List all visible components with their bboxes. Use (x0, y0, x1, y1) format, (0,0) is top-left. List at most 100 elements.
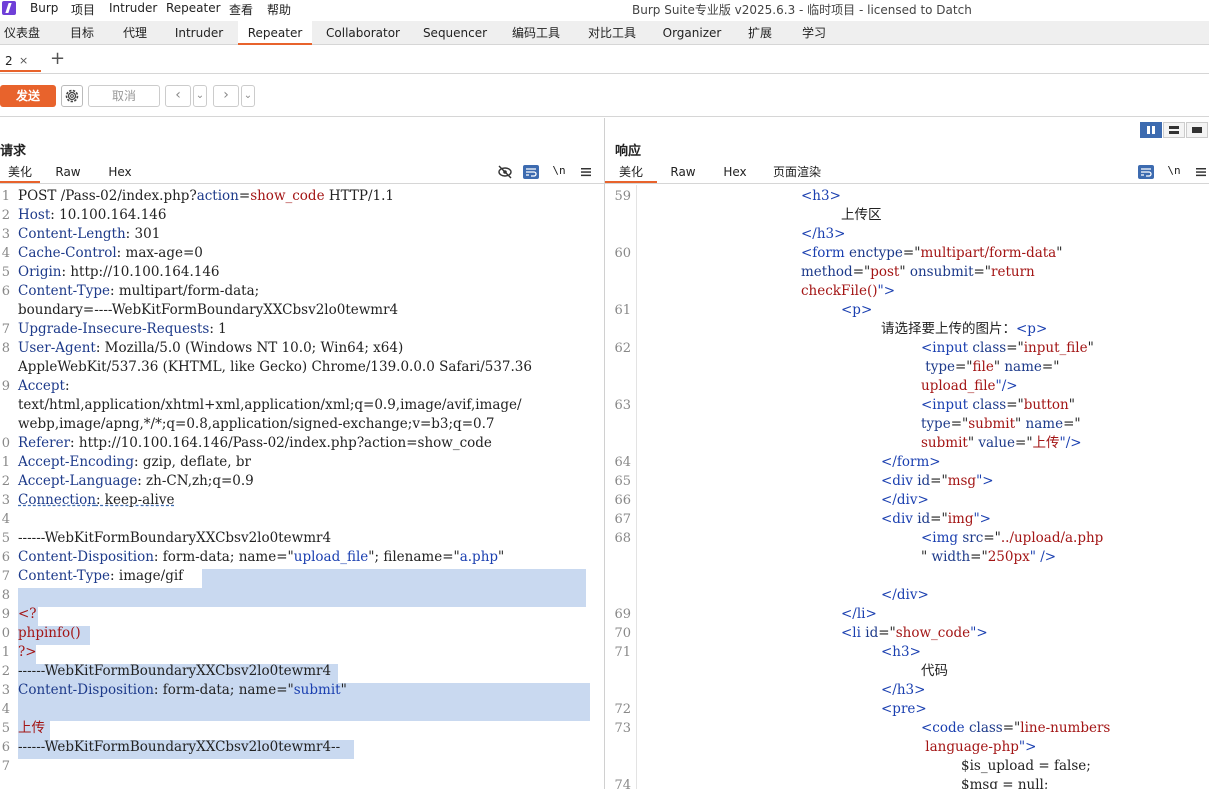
burp-logo-icon (2, 1, 16, 15)
code-line: </div> (881, 491, 929, 510)
menu-intruder[interactable]: Intruder (109, 1, 157, 15)
response-editor[interactable]: 59 <h3> 上传区 </h3> 60 <form enctype="multipart… (605, 185, 1209, 789)
code-token: onsubmit (909, 264, 974, 280)
line-number: 3 (1, 227, 10, 242)
code-token: " (340, 682, 347, 698)
tab-collaborator[interactable]: Collaborator (320, 21, 406, 45)
selection-highlight (18, 588, 586, 607)
request-editor[interactable]: 1 POST /Pass-02/index.php?action=show_cod… (0, 185, 604, 789)
code-token: "> (1018, 739, 1037, 755)
hamburger-menu-icon[interactable] (1193, 165, 1209, 179)
add-tab-button[interactable]: + (50, 49, 65, 69)
line-number: 0 (1, 436, 10, 451)
tab-extensions[interactable]: 扩展 (740, 21, 780, 45)
code-token: " (498, 549, 505, 565)
menu-burp[interactable]: Burp (30, 1, 58, 15)
line-number: 1 (1, 189, 10, 204)
code-line: webp,image/apng,*/*;q=0.8,application/si… (18, 415, 494, 434)
line-number: 5 (1, 265, 10, 280)
hamburger-menu-icon[interactable] (578, 165, 594, 179)
code-token: class (972, 340, 1007, 356)
layout-stacked-button[interactable] (1163, 122, 1185, 138)
response-view-tabs: 美化 Raw Hex 页面渲染 (605, 162, 1209, 183)
layout-tabs-button[interactable] (1186, 122, 1208, 138)
tab-proxy[interactable]: 代理 (113, 21, 157, 45)
code-token: "> (877, 283, 896, 299)
single-pane-icon (1192, 127, 1202, 133)
tab-dashboard[interactable]: 仪表盘 (0, 21, 44, 45)
tab-sequencer[interactable]: Sequencer (418, 21, 492, 45)
code-token: " (967, 435, 979, 451)
menu-repeater[interactable]: Repeater (166, 1, 221, 15)
menu-help[interactable]: 帮助 (267, 1, 291, 18)
word-wrap-icon[interactable] (1138, 165, 1154, 179)
tab-target[interactable]: 目标 (60, 21, 104, 45)
code-line: Accept-Encoding: gzip, deflate, br (18, 453, 251, 472)
code-token: <div (881, 511, 918, 527)
menu-project[interactable]: 项目 (71, 1, 95, 18)
wrap-lines-glyph (1141, 168, 1152, 177)
code-token: "/> (1059, 435, 1082, 451)
code-token: 请选择要上传的图片： (881, 321, 1016, 337)
code-line: phpinfo() (18, 624, 81, 643)
code-token: button (1023, 397, 1069, 413)
line-number: 8 (1, 341, 10, 356)
code-token: <h3> (801, 188, 841, 204)
request-tab-pretty[interactable]: 美化 (0, 162, 40, 183)
response-tab-raw[interactable]: Raw (663, 162, 703, 183)
back-button[interactable]: ‹ (165, 85, 191, 107)
tab-repeater[interactable]: Repeater (238, 21, 312, 45)
tab-intruder[interactable]: Intruder (170, 21, 228, 45)
close-icon[interactable]: × (19, 54, 28, 67)
repeater-tab-2[interactable]: 2 × (0, 50, 41, 72)
response-tab-render[interactable]: 页面渲染 (767, 162, 827, 183)
code-token: : 1 (209, 321, 227, 337)
code-token: " (1015, 416, 1026, 432)
code-token: <h3> (881, 644, 921, 660)
gear-icon (65, 89, 79, 103)
tab-learn[interactable]: 学习 (794, 21, 834, 45)
code-token: Origin (18, 264, 62, 280)
line-number: 1 (1, 645, 10, 660)
code-token: name (1025, 416, 1064, 432)
code-token: upload_file (921, 378, 996, 394)
forward-history-chevron-down-icon[interactable]: ⌄ (241, 85, 255, 107)
code-line: boundary=----WebKitFormBoundaryXXCbsv2lo… (18, 301, 398, 320)
newline-toggle-icon[interactable]: \n (551, 164, 567, 178)
code-token: name (1004, 359, 1042, 375)
back-history-chevron-down-icon[interactable]: ⌄ (193, 85, 207, 107)
code-line: 上传 (18, 719, 45, 738)
code-token: : image/gif (110, 568, 184, 584)
settings-button[interactable] (61, 85, 83, 107)
code-token: show_code (895, 625, 971, 641)
tab-comparer[interactable]: 对比工具 (582, 21, 642, 45)
code-token: "/> (995, 378, 1018, 394)
send-button[interactable]: 发送 (0, 85, 56, 107)
code-token: <p> (841, 302, 873, 318)
request-tab-hex[interactable]: Hex (100, 162, 140, 183)
code-token: " (1056, 245, 1063, 261)
code-token: return (991, 264, 1035, 280)
newline-toggle-icon[interactable]: \n (1166, 164, 1182, 178)
line-number: 7 (1, 759, 10, 774)
line-number: 59 (614, 189, 631, 204)
panel-splitter[interactable] (604, 118, 605, 789)
response-tab-pretty[interactable]: 美化 (605, 162, 657, 183)
eye-off-icon[interactable] (497, 165, 513, 179)
cancel-button[interactable]: 取消 (88, 85, 160, 107)
response-tab-hex[interactable]: Hex (715, 162, 755, 183)
code-line: $is_upload = false; (961, 757, 1091, 776)
layout-side-by-side-button[interactable] (1140, 122, 1162, 138)
code-token: Accept-Language (18, 473, 138, 489)
menu-view[interactable]: 查看 (229, 1, 253, 18)
code-token: $is_upload = false; (961, 758, 1091, 774)
tab-organizer[interactable]: Organizer (660, 21, 724, 45)
code-line: Content-Type: multipart/form-data; (18, 282, 259, 301)
code-token: ../upload/a.php (1000, 530, 1104, 546)
request-tab-raw[interactable]: Raw (48, 162, 88, 183)
forward-button[interactable]: › (213, 85, 239, 107)
word-wrap-icon[interactable] (523, 165, 539, 179)
code-line: language-php"> (921, 738, 1036, 757)
code-token: ------WebKitFormBoundaryXXCbsv2lo0tewmr4 (18, 530, 332, 546)
tab-decoder[interactable]: 编码工具 (505, 21, 567, 45)
